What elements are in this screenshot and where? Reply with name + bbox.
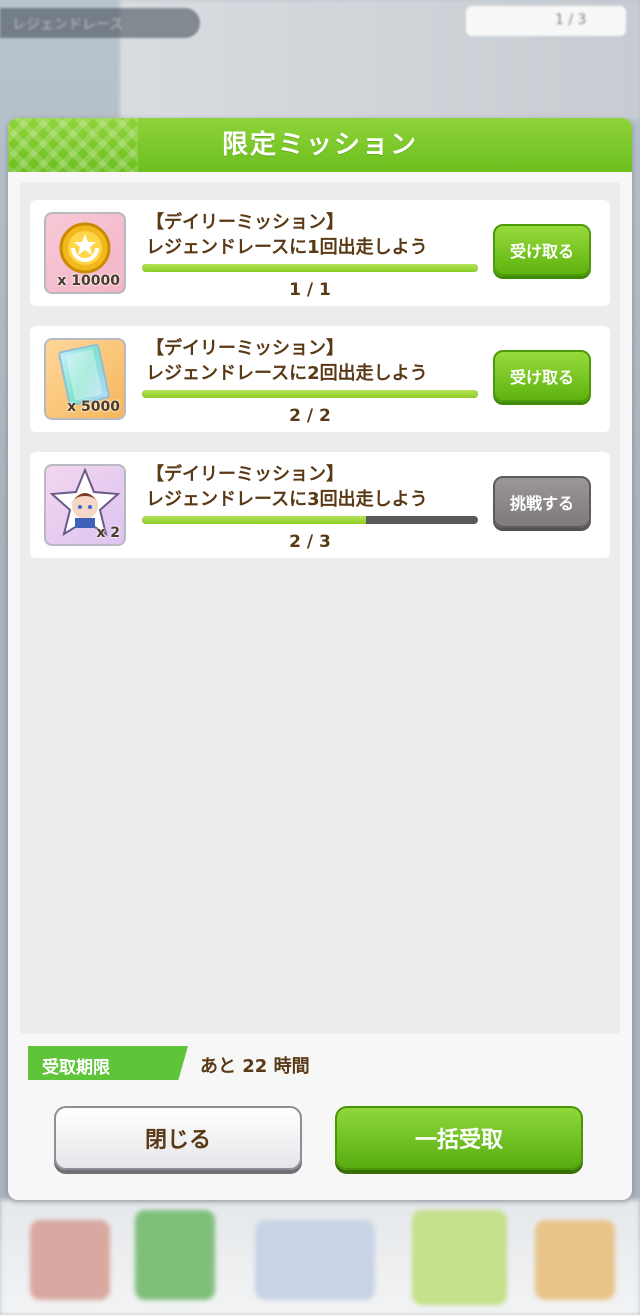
mission-category: 【デイリーミッション】: [146, 338, 344, 359]
bottom-nav-bar: [0, 1200, 640, 1315]
nav-item-1: [30, 1220, 110, 1300]
claim-all-button[interactable]: 一括受取: [335, 1106, 583, 1170]
dialog-header: 限定ミッション: [8, 118, 632, 172]
reward-slot[interactable]: x 2: [44, 464, 126, 546]
reward-quantity: x 10000: [57, 273, 120, 289]
progress-count: 1 / 1: [289, 280, 331, 300]
mission-description: レジェンドレースに3回出走しよう: [146, 489, 428, 510]
nav-item-2: [135, 1210, 215, 1300]
reward-quantity: x 2: [96, 525, 120, 541]
mission-item: x 2 【デイリーミッション】 レジェンドレースに3回出走しよう 2 / 3 挑…: [30, 452, 610, 558]
progress-bar: [142, 390, 478, 398]
mission-category: 【デイリーミッション】: [146, 212, 344, 233]
reward-slot[interactable]: x 10000: [44, 212, 126, 294]
progress-fill: [142, 264, 478, 272]
reward-slot[interactable]: x 5000: [44, 338, 126, 420]
limited-mission-dialog: 限定ミッション x 10000 【デイリーミッション】 レジェンドレースに1回出…: [8, 118, 632, 1200]
top-pill-label: レジェンドレース: [12, 17, 124, 33]
mission-list[interactable]: x 10000 【デイリーミッション】 レジェンドレースに1回出走しよう 1 /…: [20, 182, 620, 1034]
close-button[interactable]: 閉じる: [54, 1106, 302, 1170]
mission-item: x 10000 【デイリーミッション】 レジェンドレースに1回出走しよう 1 /…: [30, 200, 610, 306]
progress-bar: [142, 264, 478, 272]
nav-item-race: [412, 1210, 507, 1305]
left-edge: [0, 540, 8, 1240]
deadline-label: 受取期限: [42, 1058, 110, 1078]
claim-button[interactable]: 受け取る: [493, 350, 591, 402]
mission-description: レジェンドレースに1回出走しよう: [146, 237, 428, 258]
progress-bar: [142, 516, 478, 524]
dialog-title: 限定ミッション: [221, 130, 418, 160]
progress-fill: [142, 390, 478, 398]
challenge-button[interactable]: 挑戦する: [493, 476, 591, 528]
nav-item-home: [255, 1220, 375, 1300]
progress-count: 2 / 3: [289, 532, 331, 552]
deadline-remaining: あと 22 時間: [200, 1056, 310, 1077]
mission-category: 【デイリーミッション】: [146, 464, 344, 485]
reward-quantity: x 5000: [67, 399, 120, 415]
nav-item-5: [535, 1220, 615, 1300]
top-counter-text: 1 / 3: [555, 12, 587, 28]
claim-button[interactable]: 受け取る: [493, 224, 591, 276]
top-counter: [466, 6, 626, 36]
progress-fill: [142, 516, 367, 524]
progress-count: 2 / 2: [289, 406, 331, 426]
right-edge: [632, 540, 640, 1240]
mission-item: x 5000 【デイリーミッション】 レジェンドレースに2回出走しよう 2 / …: [30, 326, 610, 432]
mission-description: レジェンドレースに2回出走しよう: [146, 363, 428, 384]
